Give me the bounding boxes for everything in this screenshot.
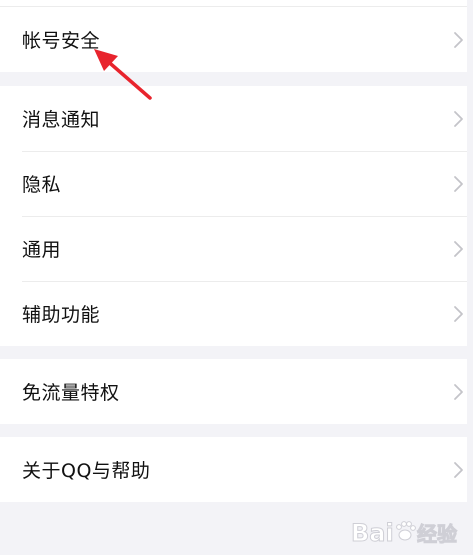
top-divider	[0, 0, 467, 7]
baidu-watermark-logo: Bai 经验	[351, 519, 458, 548]
settings-item-label: 关于QQ与帮助	[22, 460, 151, 482]
settings-item-label: 辅助功能	[22, 304, 101, 326]
paw-icon	[396, 521, 416, 541]
settings-item-label: 消息通知	[22, 109, 101, 131]
settings-group-about: 关于QQ与帮助	[0, 437, 467, 502]
watermark-suffix: 经验	[417, 522, 457, 546]
settings-screen: 帐号安全 消息通知 隐私 通用 辅助功能 免流量特权 关于QQ与帮助 Bai 经…	[0, 0, 473, 555]
settings-item-privacy[interactable]: 隐私	[0, 151, 467, 216]
settings-item-account-security[interactable]: 帐号安全	[0, 7, 467, 72]
settings-item-label: 免流量特权	[22, 382, 120, 404]
settings-item-label: 通用	[22, 239, 62, 261]
chevron-right-icon	[454, 305, 463, 322]
chevron-right-icon	[454, 175, 463, 192]
settings-item-data-privilege[interactable]: 免流量特权	[0, 359, 467, 424]
chevron-right-icon	[454, 461, 463, 478]
settings-item-label: 隐私	[22, 174, 62, 196]
chevron-right-icon	[454, 31, 463, 48]
settings-item-about-help[interactable]: 关于QQ与帮助	[0, 437, 467, 502]
chevron-right-icon	[454, 240, 463, 257]
settings-group-account: 帐号安全	[0, 7, 467, 72]
watermark-brand: Bai	[351, 519, 394, 547]
chevron-right-icon	[454, 110, 463, 127]
settings-item-general[interactable]: 通用	[0, 216, 467, 281]
settings-group-general: 消息通知 隐私 通用 辅助功能	[0, 86, 467, 346]
settings-item-label: 帐号安全	[22, 30, 101, 52]
settings-group-data: 免流量特权	[0, 359, 467, 424]
settings-item-accessibility[interactable]: 辅助功能	[0, 281, 467, 346]
settings-item-notifications[interactable]: 消息通知	[0, 86, 467, 151]
chevron-right-icon	[454, 383, 463, 400]
